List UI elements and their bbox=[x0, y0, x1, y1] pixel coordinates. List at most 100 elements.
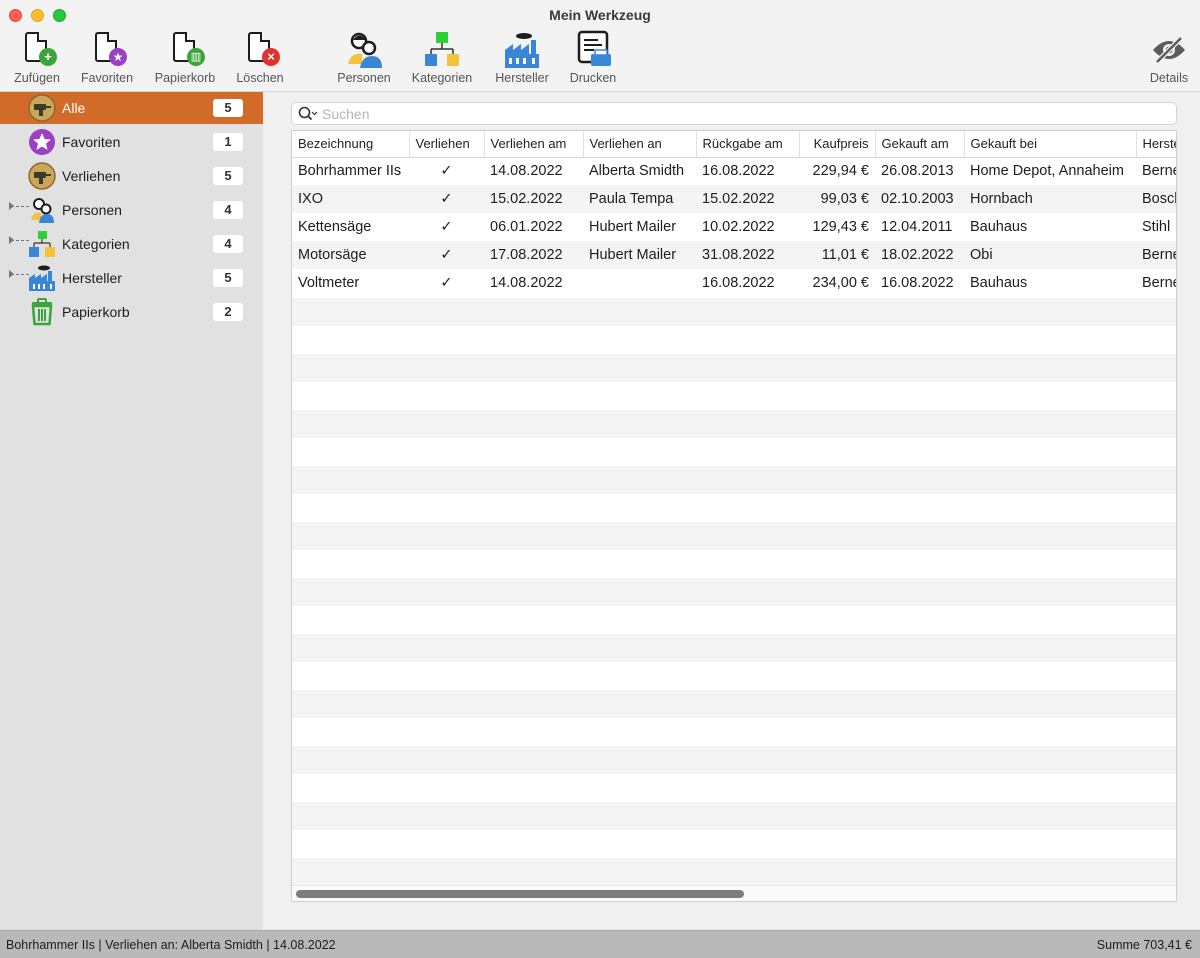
column-header-bezeichnung[interactable]: Bezeichnung bbox=[292, 131, 410, 158]
sidebar-item-hersteller[interactable]: Hersteller 5 bbox=[0, 262, 263, 294]
cell-gekauft-bei: Home Depot, Annaheim bbox=[970, 163, 1124, 180]
categories-button[interactable]: Kategorien bbox=[410, 30, 474, 88]
disclosure-triangle-icon[interactable] bbox=[9, 236, 29, 244]
tools-table: Bezeichnung Verliehen Verliehen am Verli… bbox=[291, 130, 1177, 902]
column-header-gekauft-am[interactable]: Gekauft am bbox=[875, 131, 965, 158]
column-header-verliehen[interactable]: Verliehen bbox=[409, 131, 485, 158]
cell-gekauft-am: 16.08.2022 bbox=[881, 275, 954, 291]
main-content: Bezeichnung Verliehen Verliehen am Verli… bbox=[263, 92, 1200, 930]
table-row[interactable]: Motorsäge ✓ 17.08.2022 Hubert Mailer 31.… bbox=[292, 241, 1176, 269]
table-row[interactable]: Bohrhammer IIs ✓ 14.08.2022 Alberta Smid… bbox=[292, 157, 1177, 185]
sidebar-item-label: Personen bbox=[62, 202, 122, 218]
horizontal-scrollbar[interactable] bbox=[292, 885, 1176, 901]
favorites-button-label: Favoriten bbox=[80, 71, 134, 85]
persons-button-label: Personen bbox=[337, 71, 391, 85]
delete-button[interactable]: × Löschen bbox=[234, 30, 286, 88]
drill-icon bbox=[28, 94, 56, 122]
cell-gekauft-bei: Hornbach bbox=[964, 185, 1136, 213]
cell-verliehen-check: ✓ bbox=[440, 275, 453, 291]
sidebar-item-label: Alle bbox=[62, 100, 86, 116]
persons-button[interactable]: Personen bbox=[336, 30, 392, 88]
star-icon bbox=[29, 129, 55, 155]
cell-verliehen-am: 06.01.2022 bbox=[490, 219, 563, 235]
app-window: Mein Werkzeug + Zufügen ★ Favoriten ▥ Pa… bbox=[0, 0, 1200, 958]
sidebar-item-alle[interactable]: Alle 5 bbox=[0, 92, 263, 124]
cell-verliehen-check: ✓ bbox=[409, 241, 484, 269]
cell-gekauft-bei: Bauhaus bbox=[970, 275, 1028, 291]
window-title: Mein Werkzeug bbox=[549, 7, 651, 23]
cell-verliehen-an: Paula Tempa bbox=[583, 185, 696, 213]
search-icon bbox=[298, 106, 318, 121]
sidebar-item-count: 5 bbox=[213, 269, 243, 287]
cell-verliehen-am: 17.08.2022 bbox=[484, 241, 583, 269]
categories-icon bbox=[425, 32, 459, 66]
table-row[interactable]: IXO ✓ 15.02.2022 Paula Tempa 15.02.2022 … bbox=[292, 185, 1176, 213]
cell-kaufpreis: 229,94 € bbox=[812, 163, 869, 180]
cell-verliehen-an: Hubert Mailer bbox=[589, 219, 677, 235]
cell-verliehen-am: 15.02.2022 bbox=[484, 185, 583, 213]
sidebar-item-count: 2 bbox=[213, 303, 243, 321]
column-header-rueckgabe-am[interactable]: Rückgabe am bbox=[696, 131, 800, 158]
cell-verliehen-check: ✓ bbox=[440, 219, 453, 235]
cell-hersteller: Bosch bbox=[1136, 185, 1176, 213]
disclosure-triangle-icon[interactable] bbox=[9, 202, 29, 210]
cell-verliehen-check: ✓ bbox=[440, 163, 453, 180]
categories-icon bbox=[29, 231, 55, 257]
toolbar: Mein Werkzeug + Zufügen ★ Favoriten ▥ Pa… bbox=[0, 0, 1200, 92]
sidebar-item-kategorien[interactable]: Kategorien 4 bbox=[0, 228, 263, 260]
column-header-verliehen-an[interactable]: Verliehen an bbox=[583, 131, 697, 158]
cell-verliehen-an bbox=[583, 269, 696, 297]
table-row[interactable]: Kettensäge ✓ 06.01.2022 Hubert Mailer 10… bbox=[292, 213, 1176, 241]
column-header-kaufpreis[interactable]: Kaufpreis bbox=[799, 131, 876, 158]
table-empty-rows bbox=[292, 298, 1176, 886]
add-document-icon: + bbox=[17, 30, 57, 70]
cell-kaufpreis: 99,03 € bbox=[799, 185, 875, 213]
trash-button[interactable]: ▥ Papierkorb bbox=[152, 30, 218, 88]
sidebar-item-verliehen[interactable]: Verliehen 5 bbox=[0, 160, 263, 192]
print-button[interactable]: Drucken bbox=[566, 30, 620, 88]
sidebar-item-label: Hersteller bbox=[62, 270, 122, 286]
column-header-hersteller[interactable]: Herste bbox=[1136, 131, 1176, 158]
cell-hersteller: Berne bbox=[1142, 275, 1177, 291]
cell-rueckgabe-am: 10.02.2022 bbox=[702, 219, 775, 235]
persons-icon bbox=[348, 32, 382, 68]
sidebar-item-count: 1 bbox=[213, 133, 243, 151]
cell-hersteller: Stihl bbox=[1142, 219, 1171, 235]
cell-hersteller: Berne bbox=[1142, 163, 1177, 180]
add-button[interactable]: + Zufügen bbox=[11, 30, 63, 88]
favorites-button[interactable]: ★ Favoriten bbox=[80, 30, 134, 88]
column-header-gekauft-bei[interactable]: Gekauft bei bbox=[964, 131, 1137, 158]
status-sum: Summe 703,41 € bbox=[1096, 938, 1192, 952]
sidebar-item-label: Verliehen bbox=[62, 168, 121, 184]
table-row[interactable]: Voltmeter ✓ 14.08.2022 16.08.2022 234,00… bbox=[292, 269, 1177, 297]
cell-gekauft-am: 02.10.2003 bbox=[875, 185, 964, 213]
sidebar-item-favoriten[interactable]: Favoriten 1 bbox=[0, 126, 263, 158]
sidebar-item-label: Papierkorb bbox=[62, 304, 130, 320]
status-selection-info: Bohrhammer IIs | Verliehen an: Alberta S… bbox=[6, 938, 336, 952]
search-field[interactable] bbox=[291, 102, 1177, 125]
trash-icon bbox=[31, 298, 53, 326]
cell-bezeichnung: Bohrhammer IIs bbox=[298, 163, 402, 180]
cell-verliehen-am: 14.08.2022 bbox=[490, 275, 563, 291]
cell-kaufpreis: 11,01 € bbox=[799, 241, 875, 269]
status-bar: Bohrhammer IIs | Verliehen an: Alberta S… bbox=[0, 930, 1200, 958]
details-button[interactable]: Details bbox=[1144, 30, 1194, 88]
cell-verliehen-check: ✓ bbox=[409, 185, 484, 213]
sidebar-item-papierkorb[interactable]: Papierkorb 2 bbox=[0, 296, 263, 328]
factory-icon bbox=[29, 265, 55, 291]
scrollbar-thumb[interactable] bbox=[296, 890, 744, 898]
manufacturers-button[interactable]: Hersteller bbox=[492, 30, 552, 88]
sidebar-item-label: Kategorien bbox=[62, 236, 130, 252]
sidebar-item-count: 5 bbox=[213, 99, 243, 117]
cell-bezeichnung: Voltmeter bbox=[298, 275, 360, 291]
cell-gekauft-am: 12.04.2011 bbox=[881, 219, 953, 235]
sidebar-item-personen[interactable]: Personen 4 bbox=[0, 194, 263, 226]
cell-rueckgabe-am: 15.02.2022 bbox=[696, 185, 799, 213]
cell-rueckgabe-am: 16.08.2022 bbox=[702, 275, 775, 291]
sidebar-item-count: 5 bbox=[213, 167, 243, 185]
sidebar-item-count: 4 bbox=[213, 235, 243, 253]
disclosure-triangle-icon[interactable] bbox=[9, 270, 29, 278]
column-header-verliehen-am[interactable]: Verliehen am bbox=[484, 131, 584, 158]
cell-bezeichnung: Motorsäge bbox=[292, 241, 409, 269]
search-input[interactable] bbox=[322, 105, 1162, 123]
